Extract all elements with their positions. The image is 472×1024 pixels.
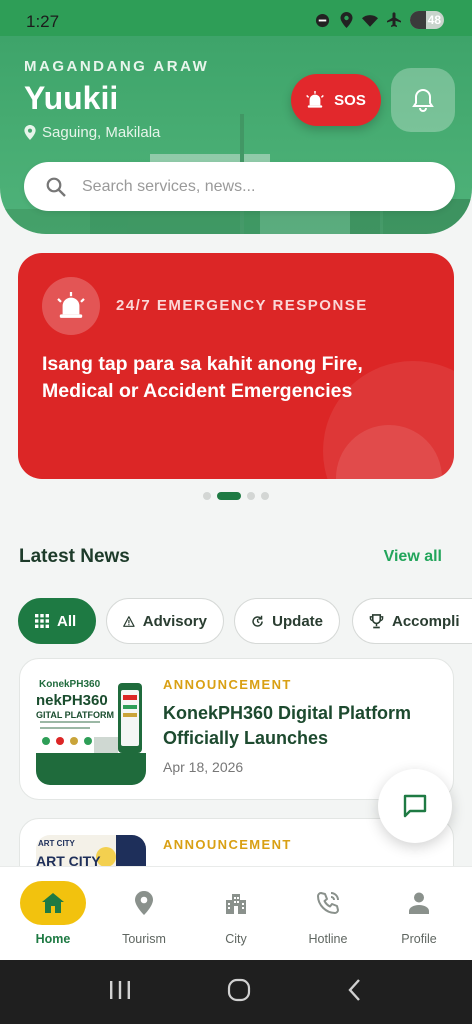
status-time: 1:27 <box>26 12 60 31</box>
chip-label: All <box>57 612 77 630</box>
location-text: Saguing, Makilala <box>42 124 161 141</box>
location-pin-icon <box>135 891 153 915</box>
nav-label: Tourism <box>122 932 166 946</box>
nav-icon-wrap <box>295 881 361 925</box>
nav-tourism[interactable]: Tourism <box>99 881 189 946</box>
news-filter-chips: All Advisory Update Accompli <box>18 598 472 644</box>
phone-icon <box>317 892 339 914</box>
nav-icon-wrap <box>20 881 86 925</box>
sos-button[interactable]: SOS <box>291 74 381 126</box>
header: MAGANDANG ARAW Yuukii Saguing, Makilala … <box>0 36 472 234</box>
battery-fill <box>410 11 427 29</box>
bell-icon <box>412 88 434 112</box>
carousel-dot[interactable] <box>261 492 269 500</box>
trophy-icon <box>369 613 384 628</box>
thumbnail-text: GITAL PLATFORM <box>36 710 114 720</box>
status-bar: 1:27 48 <box>0 0 472 40</box>
do-not-disturb-icon <box>314 12 330 28</box>
thumbnail-text: KonekPH360 <box>39 679 101 690</box>
search-input[interactable] <box>82 177 412 196</box>
sos-label: SOS <box>334 91 366 109</box>
chat-button[interactable] <box>378 769 452 843</box>
carousel-indicator <box>0 492 472 500</box>
home-system-button[interactable] <box>227 978 251 1007</box>
person-icon <box>409 892 429 914</box>
nav-hotline[interactable]: Hotline <box>283 881 373 946</box>
chip-label: Advisory <box>142 612 207 630</box>
bottom-navigation: Home Tourism City Hotline Profile <box>0 866 472 960</box>
status-icons: 48 <box>314 11 444 29</box>
nav-label: Profile <box>401 932 437 946</box>
user-location: Saguing, Makilala <box>24 124 160 141</box>
filter-chip-update[interactable]: Update <box>234 598 340 644</box>
city-icon <box>226 894 246 914</box>
emergency-banner[interactable]: 24/7 EMERGENCY RESPONSE Isang tap para s… <box>18 253 454 479</box>
carousel-dot[interactable] <box>203 492 211 500</box>
banner-text: Isang tap para sa kahit anong Fire, Medi… <box>42 353 363 402</box>
chip-label: Accompli <box>392 612 460 630</box>
view-all-link[interactable]: View all <box>384 548 442 566</box>
search-bar[interactable] <box>24 162 455 211</box>
airplane-mode-icon <box>386 12 402 28</box>
nav-profile[interactable]: Profile <box>374 881 464 946</box>
battery-level: 48 <box>427 13 441 27</box>
thumbnail-text: nekPH360 <box>36 692 108 709</box>
carousel-dot-active[interactable] <box>217 492 241 500</box>
thumbnail-text: ART CITY <box>38 839 75 848</box>
warning-icon <box>123 615 135 627</box>
nav-city[interactable]: City <box>191 881 281 946</box>
chip-label: Update <box>272 612 323 630</box>
nav-label: Hotline <box>308 932 348 946</box>
alarm-bell-icon <box>57 292 85 318</box>
chat-bubble-icon <box>403 794 427 818</box>
filter-chip-all[interactable]: All <box>18 598 96 644</box>
section-title: Latest News <box>19 546 130 567</box>
nav-icon-wrap <box>111 881 177 925</box>
recent-apps-button[interactable] <box>108 979 132 1006</box>
location-icon <box>338 12 354 28</box>
carousel-dot[interactable] <box>247 492 255 500</box>
nav-home[interactable]: Home <box>8 881 98 946</box>
system-navigation-bar <box>0 960 472 1024</box>
notifications-button[interactable] <box>391 68 455 132</box>
banner-kicker: 24/7 EMERGENCY RESPONSE <box>116 297 368 314</box>
news-thumbnail: KonekPH360 nekPH360 GITAL PLATFORM <box>36 675 146 785</box>
home-icon <box>42 893 64 913</box>
nav-label: City <box>225 932 247 946</box>
home-circle-icon <box>227 978 251 1001</box>
news-date: Apr 18, 2026 <box>163 759 244 775</box>
search-icon <box>46 177 66 197</box>
nav-label: Home <box>35 932 71 946</box>
filter-chip-advisory[interactable]: Advisory <box>106 598 224 644</box>
nav-icon-wrap <box>386 881 452 925</box>
username: Yuukii <box>24 80 119 116</box>
news-category: ANNOUNCEMENT <box>163 677 292 692</box>
wifi-icon <box>362 12 378 28</box>
greeting: MAGANDANG ARAW <box>24 58 210 75</box>
grid-icon <box>35 614 49 628</box>
location-pin-icon <box>24 125 36 140</box>
refresh-icon <box>252 615 263 627</box>
banner-alarm-icon-wrap <box>42 277 100 335</box>
alarm-bell-icon <box>306 91 324 108</box>
recent-apps-icon <box>109 980 130 999</box>
battery-indicator: 48 <box>410 11 444 29</box>
back-chevron-icon <box>348 978 361 1001</box>
filter-chip-accomplishment[interactable]: Accompli <box>352 598 472 644</box>
nav-icon-wrap <box>203 881 269 925</box>
back-button[interactable] <box>346 978 364 1007</box>
news-headline: KonekPH360 Digital Platform Officially L… <box>163 703 412 748</box>
news-category: ANNOUNCEMENT <box>163 837 292 852</box>
